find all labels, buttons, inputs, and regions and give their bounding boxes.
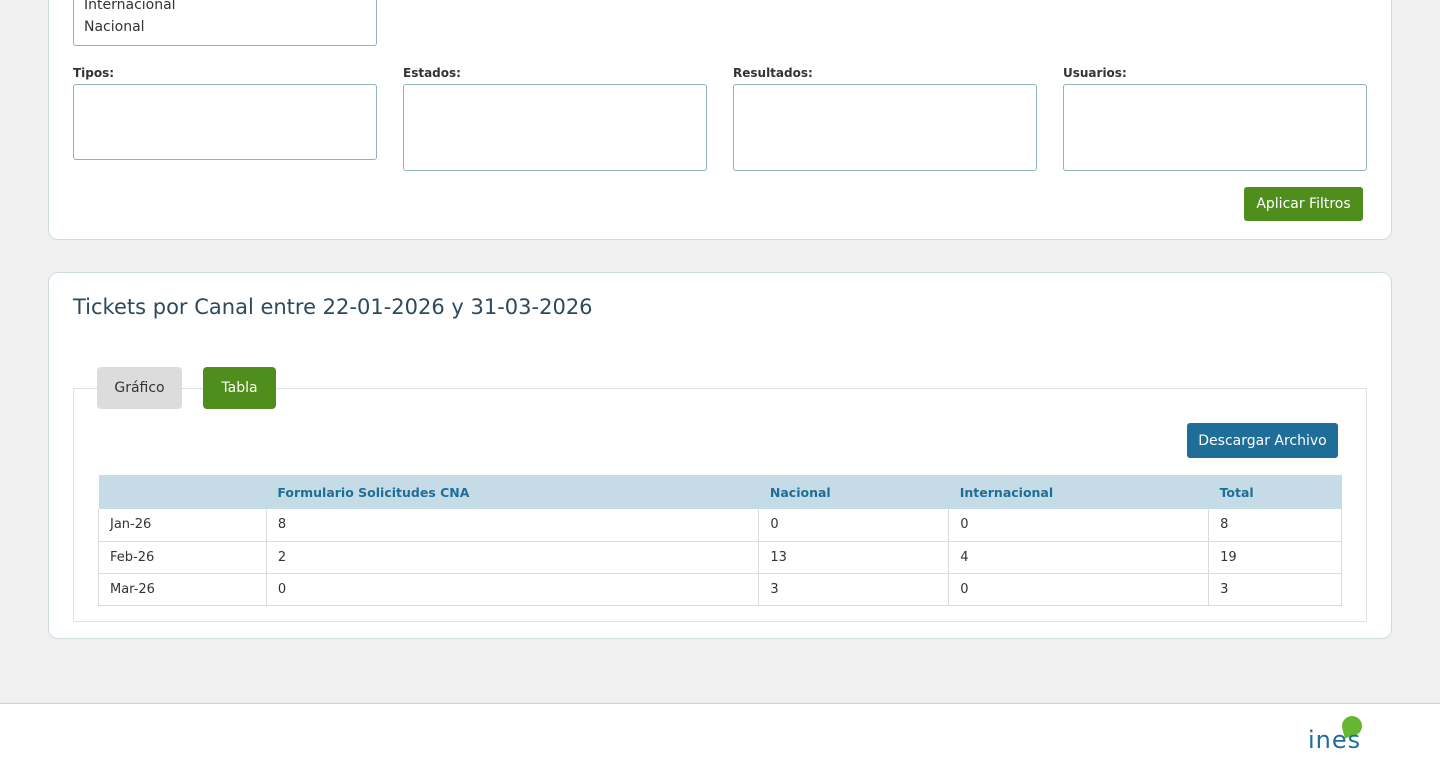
table-row: Jan-26 8 0 0 8 [98,509,1342,542]
table-header[interactable]: Nacional [758,475,949,509]
download-file-button[interactable]: Descargar Archivo [1187,423,1338,458]
resultados-select[interactable] [733,84,1037,171]
table-row: Feb-26 2 13 4 19 [98,541,1342,574]
table-cell: Jan-26 [98,509,267,542]
table-cell: 2 [266,541,760,574]
table-header-row: Formulario Solicitudes CNA Nacional Inte… [98,475,1342,509]
estados-label: Estados: [403,66,461,80]
report-card: Tickets por Canal entre 22-01-2026 y 31-… [48,272,1392,639]
estados-select[interactable] [403,84,707,171]
tickets-table: Formulario Solicitudes CNA Nacional Inte… [98,475,1342,606]
tab-tabla[interactable]: Tabla [203,367,276,409]
tipos-select[interactable] [73,84,377,160]
footer: ines [0,703,1440,768]
table-cell: 0 [758,509,950,542]
table-cell: 8 [1208,509,1342,542]
table-cell: 3 [1208,573,1342,606]
table-cell: 0 [948,509,1210,542]
channel-select[interactable]: Internacional Nacional [73,0,377,46]
tipos-label: Tipos: [73,66,115,80]
table-header[interactable]: Total [1208,475,1342,509]
apply-filters-button[interactable]: Aplicar Filtros [1244,187,1363,221]
table-cell: 13 [758,541,950,574]
table-cell: 3 [758,573,950,606]
table-cell: 4 [948,541,1210,574]
tab-grafico[interactable]: Gráfico [97,367,182,409]
filters-card: Internacional Nacional Tipos: Estados: R… [48,0,1392,240]
table-cell: 0 [948,573,1210,606]
channel-option[interactable]: Nacional [74,16,376,38]
usuarios-label: Usuarios: [1063,66,1127,80]
usuarios-select[interactable] [1063,84,1367,171]
ines-logo: ines [1306,713,1366,758]
report-title: Tickets por Canal entre 22-01-2026 y 31-… [73,295,593,319]
table-cell: 19 [1208,541,1342,574]
table-header [98,475,267,509]
table-row: Mar-26 0 3 0 3 [98,573,1342,606]
channel-option[interactable]: Internacional [74,0,376,16]
resultados-label: Resultados: [733,66,813,80]
table-header[interactable]: Internacional [948,475,1209,509]
logo-text: ines [1308,726,1362,754]
table-cell: Feb-26 [98,541,267,574]
table-cell: 0 [266,573,760,606]
table-cell: Mar-26 [98,573,267,606]
table-header[interactable]: Formulario Solicitudes CNA [266,475,759,509]
table-cell: 8 [266,509,760,542]
